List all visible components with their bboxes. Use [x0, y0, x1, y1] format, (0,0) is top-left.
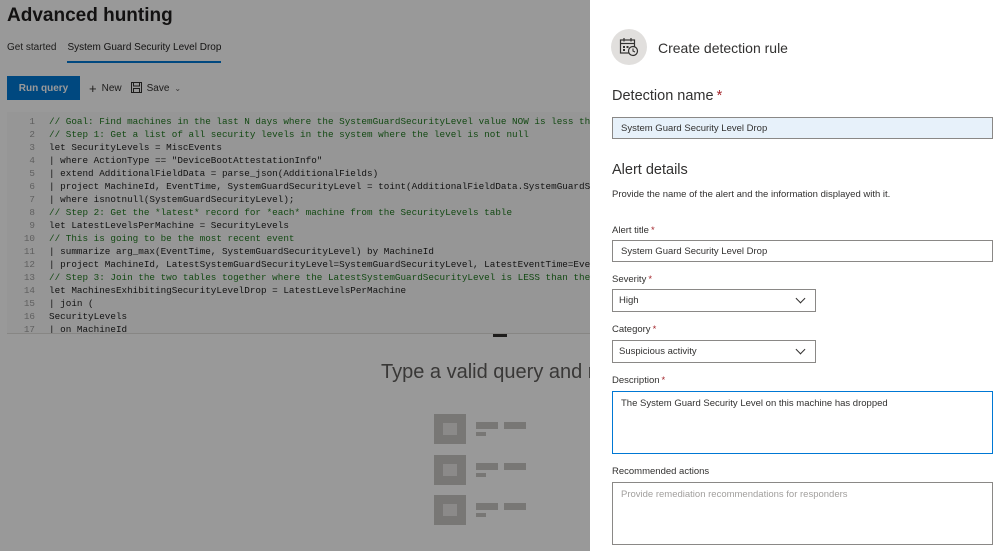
required-mark: *	[652, 324, 657, 335]
recommended-actions-label: Recommended actions	[612, 466, 710, 477]
code-text: let SecurityLevels = MiscEvents	[49, 142, 222, 153]
code-line: 16 SecurityLevels	[7, 310, 590, 323]
code-line: 14 let MachinesExhibitingSecurityLevelDro…	[7, 284, 590, 297]
detection-name-input[interactable]	[612, 117, 993, 139]
line-number: 10	[23, 233, 35, 244]
code-text: | where isnotnull(SystemGuardSecurityLev…	[49, 194, 295, 205]
query-editor[interactable]: 1 // Goal: Find machines in the last N da…	[7, 112, 590, 334]
category-selected-value: Suspicious activity	[619, 346, 697, 357]
query-tabs: Get started System Guard Security Level …	[7, 41, 232, 63]
line-number: 17	[23, 324, 35, 334]
code-line: 5 | extend AdditionalFieldData = parse_js…	[7, 167, 590, 180]
panel-title: Create detection rule	[658, 40, 788, 56]
create-detection-rule-panel: Create detection rule Detection name* Al…	[590, 0, 999, 551]
code-text: // Step 1: Get a list of all security le…	[49, 129, 529, 140]
chevron-down-icon: ⌄	[174, 83, 182, 93]
code-line: 3 let SecurityLevels = MiscEvents	[7, 141, 590, 154]
code-line: 2 // Step 1: Get a list of all security l…	[7, 128, 590, 141]
new-query-button[interactable]: + New	[89, 81, 122, 96]
line-number: 1	[29, 116, 35, 127]
severity-dropdown[interactable]: High	[612, 289, 816, 312]
line-number: 2	[29, 129, 35, 140]
category-label: Category *	[612, 324, 657, 335]
required-mark: *	[661, 375, 666, 386]
resize-handle[interactable]	[493, 334, 507, 337]
line-number: 7	[29, 194, 35, 205]
new-query-label: New	[101, 82, 122, 94]
calendar-clock-icon	[611, 29, 647, 65]
code-line: 9 let LatestLevelsPerMachine = SecurityLe…	[7, 219, 590, 232]
tab-get-started[interactable]: Get started	[7, 41, 56, 63]
code-text: | project MachineId, LatestSystemGuardSe…	[49, 259, 590, 270]
line-number: 6	[29, 181, 35, 192]
code-text: // This is going to be the most recent e…	[49, 233, 295, 244]
required-mark: *	[648, 274, 653, 285]
code-line: 1 // Goal: Find machines in the last N da…	[7, 115, 590, 128]
line-number: 4	[29, 155, 35, 166]
line-number: 12	[23, 259, 35, 270]
code-text: // Step 3: Join the two tables together …	[49, 272, 590, 283]
line-number: 15	[23, 298, 35, 309]
code-text: let MachinesExhibitingSecurityLevelDrop …	[49, 285, 407, 296]
plus-icon: +	[89, 80, 97, 96]
alert-details-help: Provide the name of the alert and the in…	[612, 189, 891, 200]
required-mark: *	[716, 88, 723, 104]
code-line: 13 // Step 3: Join the two tables togethe…	[7, 271, 590, 284]
code-text: | project MachineId, EventTime, SystemGu…	[49, 181, 590, 192]
line-number: 3	[29, 142, 35, 153]
recommended-actions-textarea[interactable]	[612, 482, 993, 545]
required-mark: *	[650, 225, 655, 236]
code-line: 15 | join (	[7, 297, 590, 310]
code-line: 11 | summarize arg_max(EventTime, SystemG…	[7, 245, 590, 258]
code-text: | join (	[49, 298, 94, 309]
line-number: 11	[23, 246, 35, 257]
code-line: 10 // This is going to be the most recen…	[7, 232, 590, 245]
severity-selected-value: High	[619, 295, 639, 306]
empty-results-message: Type a valid query and ru	[381, 361, 606, 383]
line-number: 13	[23, 272, 35, 283]
code-line: 8 // Step 2: Get the *latest* record for …	[7, 206, 590, 219]
code-line: 17 | on MachineId	[7, 323, 590, 334]
run-query-button[interactable]: Run query	[7, 76, 80, 100]
query-toolbar: Run query + New Save ⌄	[7, 76, 181, 100]
chevron-down-icon	[795, 293, 806, 304]
code-line: 6 | project MachineId, EventTime, SystemG…	[7, 180, 590, 193]
save-query-button[interactable]: Save ⌄	[130, 81, 182, 96]
code-text: | summarize arg_max(EventTime, SystemGua…	[49, 246, 434, 257]
code-text: SecurityLevels	[49, 311, 128, 322]
line-number: 14	[23, 285, 35, 296]
detection-name-heading: Detection name *	[612, 88, 723, 104]
code-text: | extend AdditionalFieldData = parse_jso…	[49, 168, 379, 179]
chevron-down-icon	[795, 344, 806, 355]
save-query-label: Save	[146, 82, 170, 94]
code-text: | on MachineId	[49, 324, 128, 334]
code-text: // Step 2: Get the *latest* record for *…	[49, 207, 513, 218]
code-line: 7 | where isnotnull(SystemGuardSecurityLe…	[7, 193, 590, 206]
line-number: 9	[29, 220, 35, 231]
category-dropdown[interactable]: Suspicious activity	[612, 340, 816, 363]
description-textarea[interactable]	[612, 391, 993, 454]
line-number: 5	[29, 168, 35, 179]
code-text: let LatestLevelsPerMachine = SecurityLev…	[49, 220, 289, 231]
alert-details-heading: Alert details	[612, 162, 688, 178]
page-title: Advanced hunting	[7, 5, 173, 26]
tab-system-guard-query[interactable]: System Guard Security Level Drop	[67, 41, 222, 63]
alert-title-label: Alert title *	[612, 225, 655, 236]
line-number: 8	[29, 207, 35, 218]
severity-label: Severity *	[612, 274, 653, 285]
code-text: | where ActionType == "DeviceBootAttesta…	[49, 155, 323, 166]
description-label: Description *	[612, 375, 666, 386]
line-number: 16	[23, 311, 35, 322]
code-text: // Goal: Find machines in the last N day…	[49, 116, 590, 127]
code-line: 12 | project MachineId, LatestSystemGuard…	[7, 258, 590, 271]
save-icon	[130, 81, 142, 96]
alert-title-input[interactable]	[612, 240, 993, 262]
code-line: 4 | where ActionType == "DeviceBootAttest…	[7, 154, 590, 167]
